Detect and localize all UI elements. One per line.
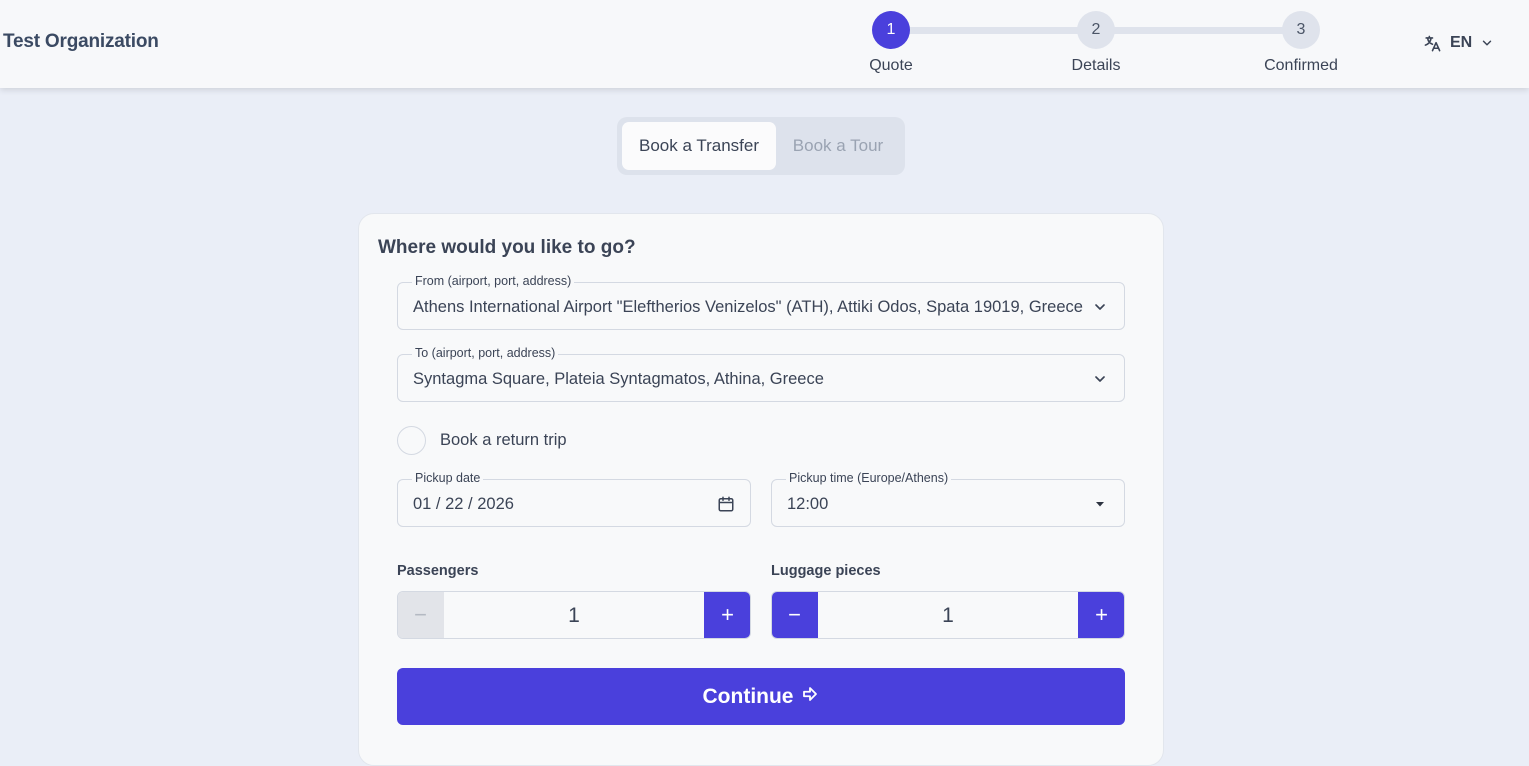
passengers-label: Passengers bbox=[397, 563, 479, 579]
arrow-right-icon bbox=[801, 685, 819, 709]
step-number-badge: 2 bbox=[1077, 11, 1115, 49]
continue-button[interactable]: Continue bbox=[397, 668, 1125, 725]
step-label: Details bbox=[1071, 57, 1121, 74]
booking-mode-toggle: Book a Transfer Book a Tour bbox=[617, 117, 905, 175]
calendar-icon[interactable] bbox=[716, 494, 736, 514]
continue-label: Continue bbox=[702, 684, 794, 708]
return-trip-radio[interactable] bbox=[397, 425, 426, 455]
step-label: Quote bbox=[869, 57, 913, 74]
luggage-increment-button[interactable]: + bbox=[1078, 592, 1124, 638]
step-number-badge: 1 bbox=[872, 11, 910, 49]
to-location-select[interactable]: To (airport, port, address) Syntagma Squ… bbox=[397, 345, 1125, 402]
step-label: Confirmed bbox=[1264, 57, 1338, 74]
luggage-decrement-button[interactable]: − bbox=[772, 592, 818, 638]
pickup-date-value: 01 / 22 / 2026 bbox=[413, 495, 514, 513]
from-field-value: Athens International Airport "Eleftherio… bbox=[413, 298, 1083, 316]
passengers-count[interactable]: 1 bbox=[444, 604, 704, 628]
book-transfer-tab[interactable]: Book a Transfer bbox=[622, 122, 776, 170]
passengers-decrement-button[interactable]: − bbox=[398, 592, 444, 638]
return-trip-toggle[interactable]: Book a return trip bbox=[397, 425, 567, 455]
to-field-value: Syntagma Square, Plateia Syntagmatos, At… bbox=[413, 370, 824, 388]
chevron-down-icon bbox=[1090, 369, 1110, 389]
book-tour-tab[interactable]: Book a Tour bbox=[776, 122, 900, 170]
to-field-label: To (airport, port, address) bbox=[412, 345, 559, 361]
chevron-down-icon bbox=[1090, 297, 1110, 317]
from-field-label: From (airport, port, address) bbox=[412, 273, 575, 289]
step-quote: 1 Quote bbox=[831, 11, 951, 75]
form-title: Where would you like to go? bbox=[378, 237, 636, 258]
step-confirmed: 3 Confirmed bbox=[1241, 11, 1361, 75]
top-header: Test Organization 1 Quote 2 Details 3 Co… bbox=[0, 0, 1529, 88]
language-label: EN bbox=[1450, 34, 1473, 51]
step-number-badge: 3 bbox=[1282, 11, 1320, 49]
pickup-time-select[interactable]: Pickup time (Europe/Athens) 12:00 bbox=[771, 470, 1125, 527]
booking-form-card: Where would you like to go? From (airpor… bbox=[358, 213, 1164, 766]
passengers-stepper: − 1 + bbox=[397, 591, 751, 639]
organization-name: Test Organization bbox=[3, 31, 159, 52]
from-location-select[interactable]: From (airport, port, address) Athens Int… bbox=[397, 273, 1125, 330]
pickup-date-label: Pickup date bbox=[412, 470, 484, 486]
return-trip-label: Book a return trip bbox=[440, 430, 567, 449]
luggage-count[interactable]: 1 bbox=[818, 604, 1078, 628]
pickup-time-value: 12:00 bbox=[787, 495, 829, 513]
passengers-increment-button[interactable]: + bbox=[704, 592, 750, 638]
translate-icon bbox=[1423, 34, 1442, 53]
caret-down-icon bbox=[1090, 494, 1110, 514]
luggage-stepper: − 1 + bbox=[771, 591, 1125, 639]
chevron-down-icon bbox=[1480, 36, 1494, 50]
pickup-time-label: Pickup time (Europe/Athens) bbox=[786, 470, 952, 486]
luggage-label: Luggage pieces bbox=[771, 563, 881, 579]
step-details: 2 Details bbox=[1036, 11, 1156, 75]
pickup-date-input[interactable]: Pickup date 01 / 22 / 2026 bbox=[397, 470, 751, 527]
language-selector[interactable]: EN bbox=[1423, 31, 1494, 55]
